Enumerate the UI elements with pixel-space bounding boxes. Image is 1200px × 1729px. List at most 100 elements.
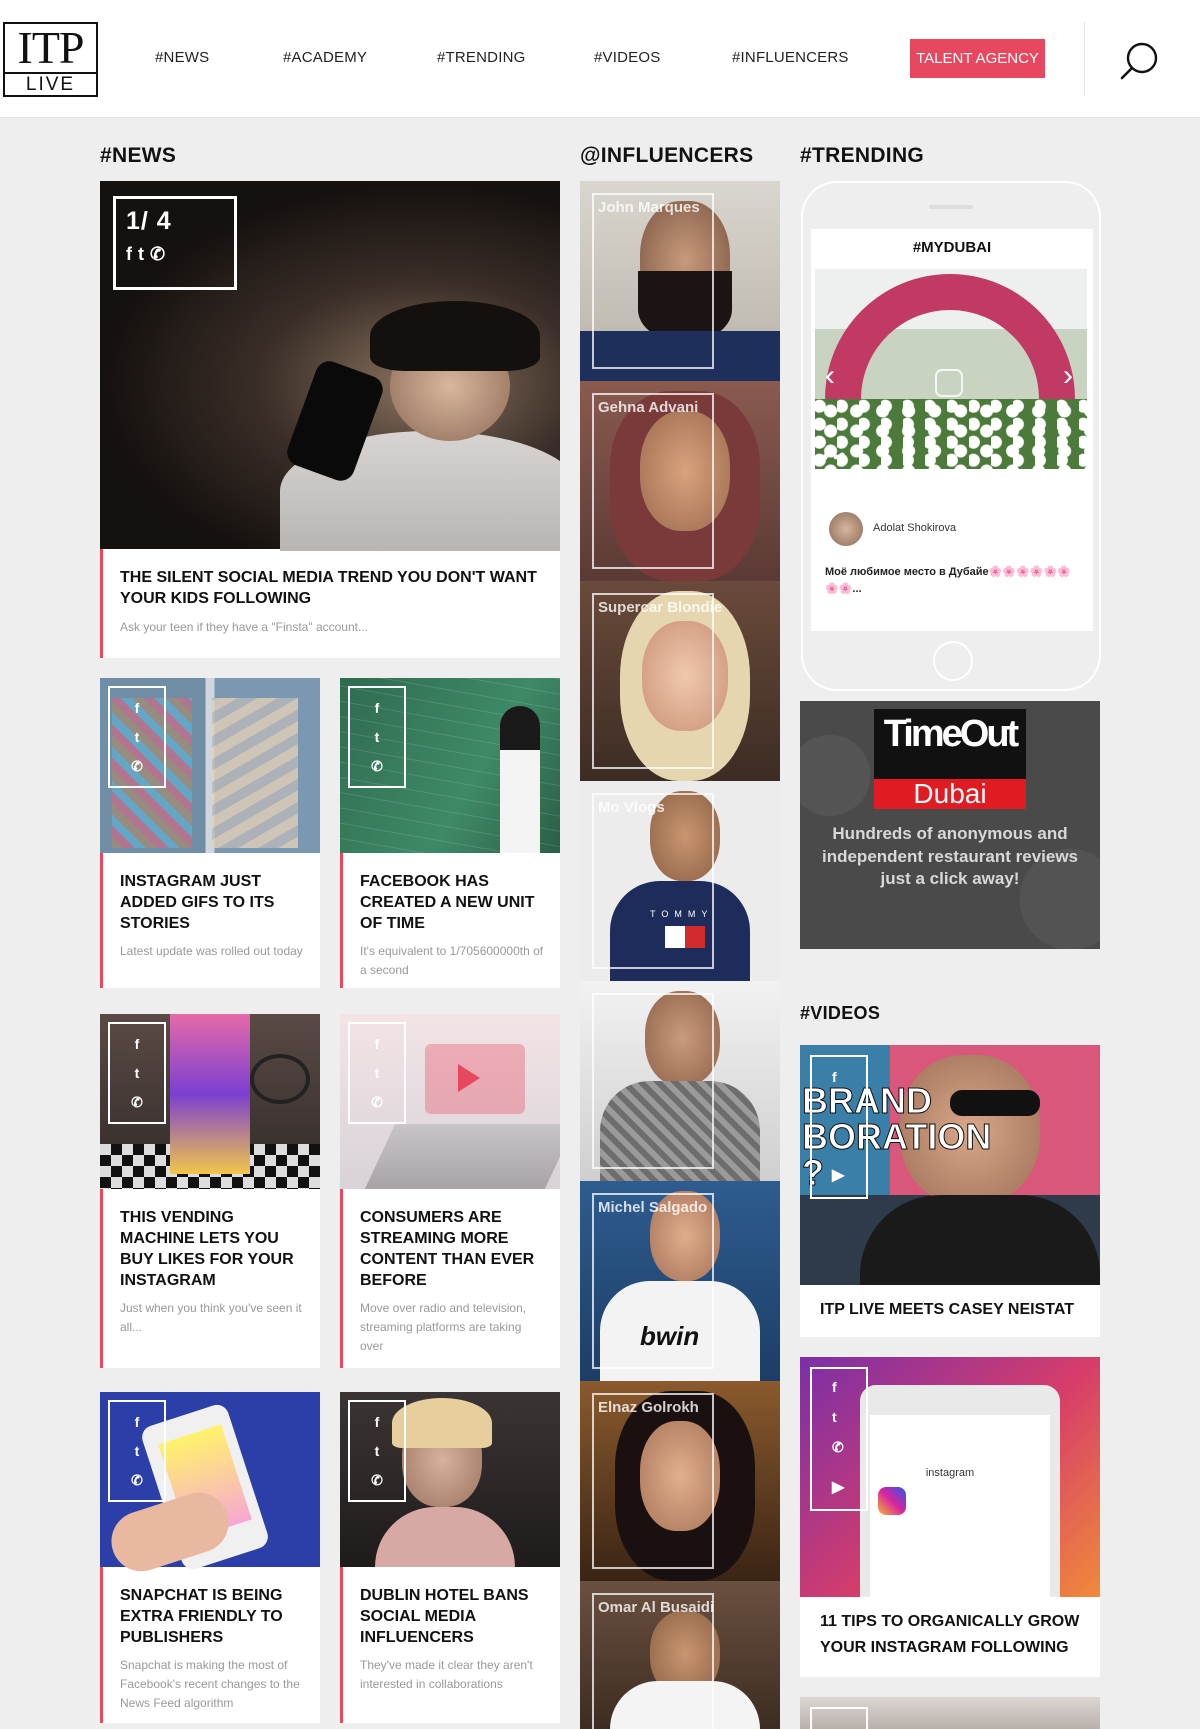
facebook-icon[interactable]: f <box>375 1037 380 1051</box>
influencer-tile[interactable]: John Marques <box>580 181 780 381</box>
carousel-prev-icon[interactable]: ‹ <box>825 359 835 393</box>
play-icon[interactable]: ▶ <box>832 1165 844 1185</box>
search-icon[interactable] <box>1118 40 1162 80</box>
whatsapp-icon[interactable]: ✆ <box>131 1473 143 1487</box>
news-card-6[interactable]: f t ✆ DUBLIN HOTEL BANS SOCIAL MEDIA INFLU… <box>340 1392 560 1723</box>
post-author[interactable]: Adolat Shokirova <box>873 522 956 534</box>
news-card-5[interactable]: f t ✆ SNAPCHAT IS BEING EXTRA FRIENDLY TO … <box>100 1392 320 1723</box>
influencer-name: Gehna Advani <box>598 399 699 416</box>
twitter-icon[interactable]: t <box>832 1409 837 1425</box>
news-card-excerpt: Snapchat is making the most of Facebook'… <box>120 1658 300 1710</box>
video-headline[interactable]: 11 TIPS TO ORGANICALLY GROW YOUR INSTAGR… <box>820 1609 1080 1661</box>
news-card-text: SNAPCHAT IS BEING EXTRA FRIENDLY TO PUBL… <box>100 1567 320 1723</box>
facebook-icon[interactable]: f <box>832 1069 837 1085</box>
nav-videos[interactable]: #VIDEOS <box>594 49 660 66</box>
hero-news-image: 1/ 4 ft✆ <box>100 181 560 551</box>
nav-trending[interactable]: #TRENDING <box>437 49 525 66</box>
hero-news-card[interactable]: 1/ 4 ft✆ THE SILENT SOCIAL MEDIA TREND Y… <box>100 181 560 658</box>
author-avatar[interactable] <box>829 512 863 546</box>
twitter-icon[interactable]: t <box>138 244 150 264</box>
influencer-tile[interactable]: Elnaz Golrokh <box>580 1381 780 1581</box>
whatsapp-icon[interactable]: ✆ <box>371 1095 383 1109</box>
hero-news-headline[interactable]: THE SILENT SOCIAL MEDIA TREND YOU DON'T … <box>120 567 544 609</box>
influencer-tile[interactable] <box>580 981 780 1181</box>
influencer-tile[interactable]: Gehna Advani <box>580 381 780 581</box>
influencer-frame <box>592 1193 714 1369</box>
hero-share-icons: ft✆ <box>126 244 224 265</box>
video-headline[interactable]: ITP LIVE MEETS CASEY NEISTAT <box>820 1297 1074 1323</box>
news-card-headline[interactable]: THIS VENDING MACHINE LETS YOU BUY LIKES … <box>120 1207 304 1291</box>
video-share-box: f ▶ <box>810 1055 868 1199</box>
news-card-3[interactable]: f t ✆ THIS VENDING MACHINE LETS YOU BUY LI… <box>100 1014 320 1368</box>
whatsapp-icon[interactable]: ✆ <box>131 759 143 773</box>
twitter-icon[interactable]: t <box>135 1444 140 1458</box>
news-card-headline[interactable]: INSTAGRAM JUST ADDED GIFS TO ITS STORIES <box>120 871 304 934</box>
header-divider <box>1084 22 1085 96</box>
instagram-post[interactable]: #MYDUBAI ‹ › ♥ ●0 Adolat Shokirova Моё л… <box>811 229 1093 631</box>
news-card-image: f t ✆ <box>340 678 560 853</box>
news-card-image: f t ✆ <box>100 1014 320 1189</box>
video-card-2[interactable]: instagram f t ✆ ▶ 11 TIPS TO ORGANICALLY… <box>800 1357 1100 1677</box>
news-card-image: f t ✆ <box>340 1014 560 1189</box>
carousel-next-icon[interactable]: › <box>1063 359 1073 393</box>
itp-live-logo[interactable]: ITP LIVE <box>3 22 98 97</box>
facebook-icon[interactable]: f <box>375 701 380 715</box>
news-card-excerpt: It's equivalent to 1/705600000th of a se… <box>360 944 544 977</box>
facebook-icon[interactable]: f <box>832 1379 837 1395</box>
phone-speaker <box>929 205 973 209</box>
facebook-icon[interactable]: f <box>135 1037 140 1051</box>
share-box: f t ✆ <box>108 1022 166 1124</box>
news-card-image: f t ✆ <box>100 678 320 853</box>
facebook-icon[interactable]: f <box>375 1415 380 1429</box>
whatsapp-icon[interactable]: ✆ <box>832 1439 844 1456</box>
post-caption: Моё любимое место в Дубайе🌸🌸🌸🌸🌸🌸🌸🌸... <box>825 566 1071 595</box>
news-card-excerpt: Move over radio and television, streamin… <box>360 1301 527 1353</box>
whatsapp-icon[interactable]: ✆ <box>150 244 171 264</box>
timeout-logo: TimeOut Dubai <box>874 709 1026 809</box>
news-card-1[interactable]: f t ✆ INSTAGRAM JUST ADDED GIFS TO ITS STO… <box>100 678 320 988</box>
twitter-icon[interactable]: t <box>135 730 140 744</box>
facebook-icon[interactable]: f <box>126 244 138 264</box>
influencer-tile[interactable]: TOMMY Mo Vlogs <box>580 781 780 981</box>
hero-news-text: THE SILENT SOCIAL MEDIA TREND YOU DON'T … <box>100 549 560 658</box>
play-icon[interactable]: ▶ <box>832 1477 844 1497</box>
influencer-tile[interactable]: Omar Al Busaidi <box>580 1581 780 1729</box>
news-card-4[interactable]: f t ✆ CONSUMERS ARE STREAMING MORE CONTENT… <box>340 1014 560 1368</box>
news-card-headline[interactable]: SNAPCHAT IS BEING EXTRA FRIENDLY TO PUBL… <box>120 1585 304 1648</box>
instagram-icon <box>935 369 963 397</box>
whatsapp-icon[interactable]: ✆ <box>371 759 383 773</box>
video-share-box <box>810 1707 868 1729</box>
hero-slide-counter: 1/ 4 <box>126 207 172 235</box>
news-card-2[interactable]: f t ✆ FACEBOOK HAS CREATED A NEW UNIT OF T… <box>340 678 560 988</box>
news-card-headline[interactable]: FACEBOOK HAS CREATED A NEW UNIT OF TIME <box>360 871 544 934</box>
news-card-headline[interactable]: CONSUMERS ARE STREAMING MORE CONTENT THA… <box>360 1207 544 1291</box>
news-card-image: f t ✆ <box>100 1392 320 1580</box>
nav-influencers[interactable]: #INFLUENCERS <box>732 49 849 66</box>
timeout-dubai-ad[interactable]: TimeOut Dubai Hundreds of anonymous and … <box>800 701 1100 949</box>
facebook-icon[interactable]: f <box>135 701 140 715</box>
video-card-1[interactable]: BRAND BORATION ? f ▶ ITP LIVE MEETS CASE… <box>800 1045 1100 1337</box>
news-card-headline[interactable]: DUBLIN HOTEL BANS SOCIAL MEDIA INFLUENCE… <box>360 1585 544 1648</box>
news-card-text: CONSUMERS ARE STREAMING MORE CONTENT THA… <box>340 1189 560 1368</box>
news-card-text: FACEBOOK HAS CREATED A NEW UNIT OF TIME … <box>340 853 560 988</box>
influencer-name: John Marques <box>598 199 700 216</box>
nav-academy[interactable]: #ACADEMY <box>283 49 367 66</box>
twitter-icon[interactable]: t <box>375 730 380 744</box>
video-card-3[interactable] <box>800 1697 1100 1729</box>
news-section-title: #NEWS <box>100 144 177 167</box>
site-header: ITP LIVE #NEWS #ACADEMY #TRENDING #VIDEO… <box>0 0 1200 118</box>
twitter-icon[interactable]: t <box>135 1066 140 1080</box>
whatsapp-icon[interactable]: ✆ <box>371 1473 383 1487</box>
share-box: f t ✆ <box>348 1022 406 1124</box>
twitter-icon[interactable]: t <box>375 1444 380 1458</box>
whatsapp-icon[interactable]: ✆ <box>131 1095 143 1109</box>
news-card-image: f t ✆ <box>340 1392 560 1567</box>
influencer-name: Mo Vlogs <box>598 799 665 816</box>
talent-agency-button[interactable]: TALENT AGENCY <box>910 39 1045 78</box>
influencer-tile[interactable]: Supercar Blondie <box>580 581 780 781</box>
facebook-icon[interactable]: f <box>135 1415 140 1429</box>
nav-news[interactable]: #NEWS <box>155 49 209 66</box>
phone-home-button <box>933 641 973 681</box>
twitter-icon[interactable]: t <box>375 1066 380 1080</box>
influencer-tile[interactable]: bwin Michel Salgado <box>580 1181 780 1381</box>
